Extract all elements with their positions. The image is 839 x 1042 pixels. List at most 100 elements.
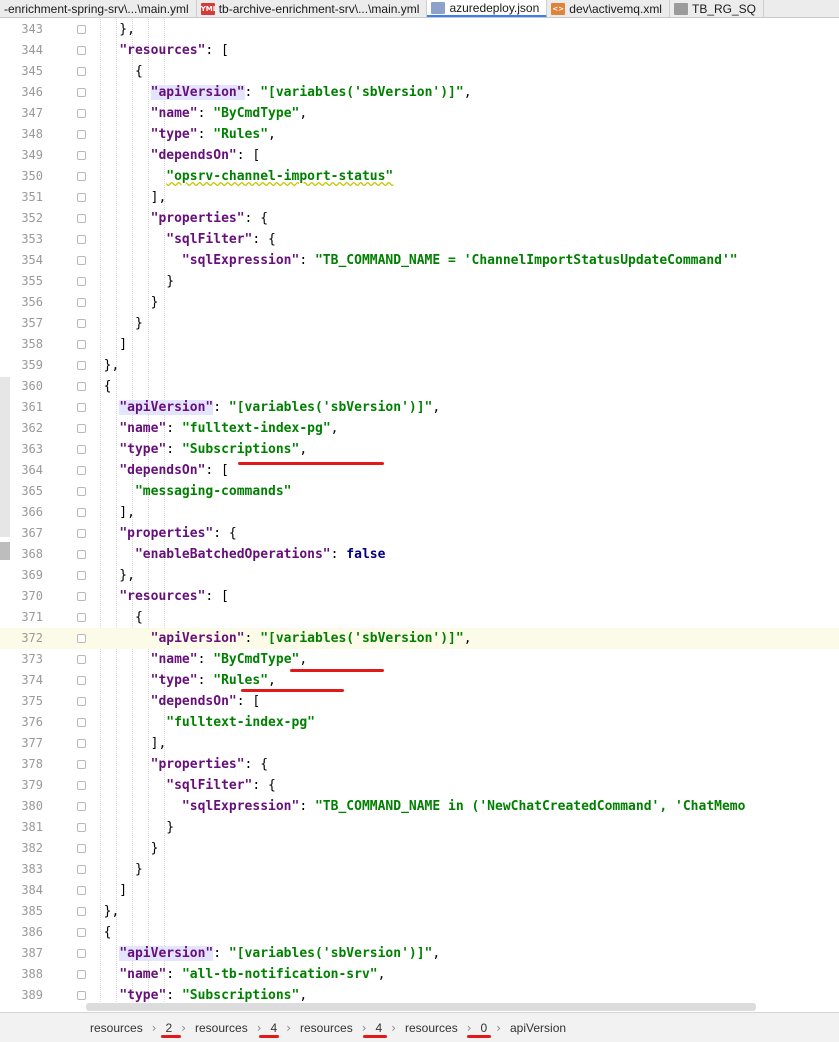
code-line[interactable]: 372 "apiVersion": "[variables('sbVersion… bbox=[0, 628, 839, 649]
code-line[interactable]: 386 { bbox=[0, 922, 839, 943]
fold-marker-icon[interactable] bbox=[77, 991, 86, 1000]
fold-marker-icon[interactable] bbox=[77, 970, 86, 979]
fold-marker-icon[interactable] bbox=[77, 319, 86, 328]
code-line[interactable]: 350 "opsrv-channel-import-status" bbox=[0, 166, 839, 187]
code-line[interactable]: 352 "properties": { bbox=[0, 208, 839, 229]
fold-marker-icon[interactable] bbox=[77, 424, 86, 433]
code-line[interactable]: 345 { bbox=[0, 61, 839, 82]
fold-marker-icon[interactable] bbox=[77, 907, 86, 916]
fold-marker-icon[interactable] bbox=[77, 802, 86, 811]
code-line[interactable]: 388 "name": "all-tb-notification-srv", bbox=[0, 964, 839, 985]
fold-marker-icon[interactable] bbox=[77, 67, 86, 76]
code-line[interactable]: 361 "apiVersion": "[variables('sbVersion… bbox=[0, 397, 839, 418]
fold-marker-icon[interactable] bbox=[77, 739, 86, 748]
code-line[interactable]: 387 "apiVersion": "[variables('sbVersion… bbox=[0, 943, 839, 964]
code-line[interactable]: 356 } bbox=[0, 292, 839, 313]
fold-marker-icon[interactable] bbox=[77, 214, 86, 223]
code-line[interactable]: 359 }, bbox=[0, 355, 839, 376]
code-line[interactable]: 358 ] bbox=[0, 334, 839, 355]
code-line[interactable]: 368 "enableBatchedOperations": false bbox=[0, 544, 839, 565]
fold-marker-icon[interactable] bbox=[77, 151, 86, 160]
fold-marker-icon[interactable] bbox=[77, 781, 86, 790]
tab-4[interactable]: TB_RG_SQ bbox=[670, 0, 765, 17]
code-line[interactable]: 355 } bbox=[0, 271, 839, 292]
code-line[interactable]: 385 }, bbox=[0, 901, 839, 922]
fold-marker-icon[interactable] bbox=[77, 823, 86, 832]
code-line[interactable]: 371 { bbox=[0, 607, 839, 628]
code-line[interactable]: 348 "type": "Rules", bbox=[0, 124, 839, 145]
fold-marker-icon[interactable] bbox=[77, 172, 86, 181]
code-line[interactable]: 351 ], bbox=[0, 187, 839, 208]
fold-marker-icon[interactable] bbox=[77, 340, 86, 349]
code-line[interactable]: 379 "sqlFilter": { bbox=[0, 775, 839, 796]
fold-marker-icon[interactable] bbox=[77, 655, 86, 664]
fold-marker-icon[interactable] bbox=[77, 529, 86, 538]
code-line[interactable]: 384 ] bbox=[0, 880, 839, 901]
code-line[interactable]: 344 "resources": [ bbox=[0, 40, 839, 61]
code-line[interactable]: 373 "name": "ByCmdType", bbox=[0, 649, 839, 670]
tab-3[interactable]: <> dev\activemq.xml bbox=[547, 0, 670, 17]
code-line[interactable]: 365 "messaging-commands" bbox=[0, 481, 839, 502]
fold-marker-icon[interactable] bbox=[77, 886, 86, 895]
code-line[interactable]: 366 ], bbox=[0, 502, 839, 523]
breadcrumb-item[interactable]: apiVersion bbox=[510, 1021, 566, 1035]
fold-marker-icon[interactable] bbox=[77, 844, 86, 853]
fold-marker-icon[interactable] bbox=[77, 130, 86, 139]
code-editor[interactable]: 343 }, 344 "resources": [345 {346 "apiVer… bbox=[0, 19, 839, 1004]
fold-marker-icon[interactable] bbox=[77, 550, 86, 559]
fold-marker-icon[interactable] bbox=[77, 193, 86, 202]
breadcrumb-item[interactable]: resources bbox=[300, 1021, 353, 1035]
code-line[interactable]: 364 "dependsOn": [ bbox=[0, 460, 839, 481]
code-line[interactable]: 383 } bbox=[0, 859, 839, 880]
code-line[interactable]: 377 ], bbox=[0, 733, 839, 754]
code-line[interactable]: 381 } bbox=[0, 817, 839, 838]
fold-marker-icon[interactable] bbox=[77, 298, 86, 307]
tab-2[interactable]: azuredeploy.json bbox=[427, 0, 548, 17]
code-line[interactable]: 353 "sqlFilter": { bbox=[0, 229, 839, 250]
code-line[interactable]: 375 "dependsOn": [ bbox=[0, 691, 839, 712]
breadcrumb-item[interactable]: resources bbox=[405, 1021, 458, 1035]
code-line[interactable]: 367 "properties": { bbox=[0, 523, 839, 544]
code-line[interactable]: 354 "sqlExpression": "TB_COMMAND_NAME = … bbox=[0, 250, 839, 271]
breadcrumb-item[interactable]: resources bbox=[90, 1021, 143, 1035]
code-line[interactable]: 360 { bbox=[0, 376, 839, 397]
fold-marker-icon[interactable] bbox=[77, 25, 86, 34]
fold-marker-icon[interactable] bbox=[77, 109, 86, 118]
fold-marker-icon[interactable] bbox=[77, 676, 86, 685]
fold-marker-icon[interactable] bbox=[77, 445, 86, 454]
horizontal-scrollbar[interactable] bbox=[86, 1003, 756, 1011]
code-line[interactable]: 369 }, bbox=[0, 565, 839, 586]
fold-marker-icon[interactable] bbox=[77, 592, 86, 601]
code-line[interactable]: 347 "name": "ByCmdType", bbox=[0, 103, 839, 124]
tab-0[interactable]: -enrichment-spring-srv\...\main.yml bbox=[0, 0, 197, 17]
fold-marker-icon[interactable] bbox=[77, 634, 86, 643]
fold-marker-icon[interactable] bbox=[77, 760, 86, 769]
fold-marker-icon[interactable] bbox=[77, 718, 86, 727]
tab-1[interactable]: YML tb-archive-enrichment-srv\...\main.ym… bbox=[197, 0, 428, 17]
fold-marker-icon[interactable] bbox=[77, 466, 86, 475]
breadcrumb-item[interactable]: 2 bbox=[166, 1021, 173, 1035]
fold-marker-icon[interactable] bbox=[77, 613, 86, 622]
fold-marker-icon[interactable] bbox=[77, 277, 86, 286]
fold-marker-icon[interactable] bbox=[77, 487, 86, 496]
code-line[interactable]: 363 "type": "Subscriptions", bbox=[0, 439, 839, 460]
code-line[interactable]: 362 "name": "fulltext-index-pg", bbox=[0, 418, 839, 439]
fold-marker-icon[interactable] bbox=[77, 508, 86, 517]
breadcrumb-item[interactable]: 0 bbox=[481, 1021, 488, 1035]
fold-marker-icon[interactable] bbox=[77, 256, 86, 265]
code-line[interactable]: 349 "dependsOn": [ bbox=[0, 145, 839, 166]
fold-marker-icon[interactable] bbox=[77, 865, 86, 874]
code-line[interactable]: 357 } bbox=[0, 313, 839, 334]
fold-marker-icon[interactable] bbox=[77, 697, 86, 706]
code-line[interactable]: 374 "type": "Rules", bbox=[0, 670, 839, 691]
fold-marker-icon[interactable] bbox=[77, 949, 86, 958]
fold-marker-icon[interactable] bbox=[77, 361, 86, 370]
code-line[interactable]: 346 "apiVersion": "[variables('sbVersion… bbox=[0, 82, 839, 103]
code-line[interactable]: 343 }, bbox=[0, 19, 839, 40]
code-line[interactable]: 378 "properties": { bbox=[0, 754, 839, 775]
fold-marker-icon[interactable] bbox=[77, 235, 86, 244]
code-line[interactable]: 380 "sqlExpression": "TB_COMMAND_NAME in… bbox=[0, 796, 839, 817]
fold-marker-icon[interactable] bbox=[77, 403, 86, 412]
breadcrumb-item[interactable]: resources bbox=[195, 1021, 248, 1035]
code-line[interactable]: 389 "type": "Subscriptions", bbox=[0, 985, 839, 1004]
